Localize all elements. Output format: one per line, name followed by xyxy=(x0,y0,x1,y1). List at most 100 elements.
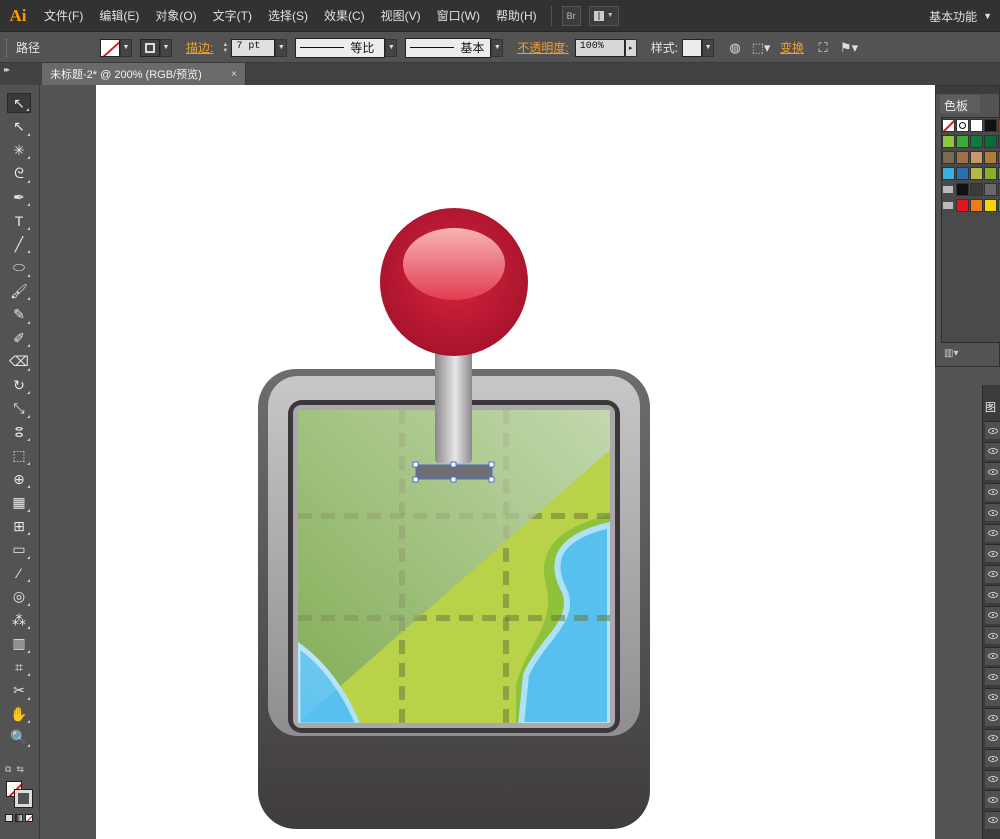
color-mode-icons[interactable] xyxy=(5,814,33,822)
layer-row[interactable] xyxy=(985,462,1000,480)
artboard-tool[interactable]: ⌗ xyxy=(7,657,31,677)
brush-definition[interactable]: 基本 xyxy=(405,37,492,58)
symbol-sprayer-tool[interactable]: ⁂ xyxy=(7,610,31,630)
stroke-dropdown[interactable]: ▼ xyxy=(160,38,173,57)
eyedropper-tool[interactable]: ⁄ xyxy=(7,563,31,583)
isolate-object-icon[interactable]: ⛶ xyxy=(812,38,834,58)
rotate-tool[interactable]: ↻ xyxy=(7,375,31,395)
lasso-tool[interactable]: ᘓ xyxy=(7,164,31,184)
profile-dropdown[interactable]: ▼ xyxy=(385,38,398,57)
color-swatch[interactable] xyxy=(970,151,983,164)
swap-fill-stroke-icon[interactable]: ⧉ ⇆ xyxy=(5,764,35,776)
layers-tab[interactable]: 图 xyxy=(985,399,996,415)
menu-item[interactable]: 帮助(H) xyxy=(488,7,545,24)
color-swatch[interactable] xyxy=(956,183,969,196)
color-swatch[interactable] xyxy=(942,151,955,164)
color-swatch[interactable] xyxy=(970,119,983,132)
arrange-documents-button[interactable]: ▼ xyxy=(588,5,619,26)
visibility-eye-icon[interactable] xyxy=(988,714,998,721)
direct-selection-tool[interactable]: ↖ xyxy=(7,117,31,137)
layer-row[interactable] xyxy=(985,749,1000,767)
align-options-icon[interactable]: ⬚▾ xyxy=(750,38,772,58)
magic-wand-tool[interactable]: ✳ xyxy=(7,140,31,160)
transform-panel-link[interactable]: 变换 xyxy=(780,39,804,56)
layer-row[interactable] xyxy=(985,626,1000,644)
visibility-eye-icon[interactable] xyxy=(988,776,998,782)
visibility-eye-icon[interactable] xyxy=(988,817,998,823)
brush-dropdown[interactable]: ▼ xyxy=(491,38,504,57)
stroke-weight-stepper[interactable]: ▲ ▼ xyxy=(219,39,231,57)
layer-row[interactable] xyxy=(985,810,1000,829)
color-swatch[interactable] xyxy=(942,135,955,148)
layer-row[interactable] xyxy=(985,441,1000,460)
menu-item[interactable]: 编辑(E) xyxy=(91,7,147,24)
color-swatch[interactable] xyxy=(970,167,983,180)
registration-swatch[interactable] xyxy=(956,119,969,132)
document-tab[interactable]: 未标题-2* @ 200% (RGB/预览) × xyxy=(42,63,246,85)
eraser-tool[interactable]: ⌫ xyxy=(7,352,31,372)
layer-row[interactable] xyxy=(985,585,1000,603)
layer-row[interactable] xyxy=(985,482,1000,501)
recolor-artwork-icon[interactable]: ◍ xyxy=(724,38,746,58)
layer-row[interactable] xyxy=(985,544,1000,562)
swatch-libraries-menu-icon[interactable]: ▥▾ xyxy=(944,348,958,359)
visibility-eye-icon[interactable] xyxy=(988,489,998,495)
perspective-grid-tool[interactable]: ▦ xyxy=(7,493,31,513)
pen-tool[interactable]: ✒ xyxy=(7,187,31,207)
ellipse-tool[interactable]: ⬭ xyxy=(7,258,31,278)
color-swatch[interactable] xyxy=(942,167,955,180)
layer-row[interactable] xyxy=(985,708,1000,726)
color-swatch[interactable] xyxy=(956,199,969,212)
stroke-weight-dropdown[interactable]: ▼ xyxy=(275,38,288,57)
stroke-swatch[interactable] xyxy=(140,38,161,57)
visibility-eye-icon[interactable] xyxy=(988,571,998,577)
visibility-eye-icon[interactable] xyxy=(988,427,998,434)
stroke-color-swatch[interactable] xyxy=(14,789,33,808)
menu-item[interactable]: 文字(T) xyxy=(205,7,260,24)
scale-tool[interactable]: ⤡ xyxy=(7,399,31,419)
color-group-folder-icon[interactable] xyxy=(942,199,955,212)
paintbrush-tool[interactable]: 🖌 xyxy=(7,281,31,301)
visibility-eye-icon[interactable] xyxy=(988,468,998,475)
slice-tool[interactable]: ✂ xyxy=(7,681,31,701)
visibility-eye-icon[interactable] xyxy=(988,632,998,639)
fill-dropdown[interactable]: ▼ xyxy=(120,38,133,57)
visibility-eye-icon[interactable] xyxy=(988,694,998,700)
zoom-tool[interactable]: 🔍 xyxy=(7,728,31,748)
color-swatch[interactable] xyxy=(956,167,969,180)
panel-grip[interactable] xyxy=(6,38,10,57)
free-transform-tool[interactable]: ⬚ xyxy=(7,446,31,466)
bridge-button[interactable]: Br xyxy=(561,5,581,26)
panel-menu-icon[interactable]: ⚑▾ xyxy=(838,38,860,58)
visibility-eye-icon[interactable] xyxy=(988,530,998,536)
color-swatch[interactable] xyxy=(984,135,997,148)
close-icon[interactable]: × xyxy=(231,69,237,80)
color-swatch[interactable] xyxy=(970,135,983,148)
layer-row[interactable] xyxy=(985,667,1000,685)
visibility-eye-icon[interactable] xyxy=(988,550,998,557)
visibility-eye-icon[interactable] xyxy=(988,612,998,618)
warp-tool[interactable]: ⵓ xyxy=(7,422,31,442)
menu-item[interactable]: 对象(O) xyxy=(147,7,204,24)
visibility-eye-icon[interactable] xyxy=(988,735,998,741)
menu-item[interactable]: 选择(S) xyxy=(260,7,316,24)
column-graph-tool[interactable]: ▥ xyxy=(7,634,31,654)
opacity-panel-link[interactable]: 不透明度: xyxy=(517,39,568,56)
layer-row[interactable] xyxy=(985,646,1000,665)
layer-row[interactable] xyxy=(985,523,1000,542)
layer-row[interactable] xyxy=(985,769,1000,788)
mesh-tool[interactable]: ⊞ xyxy=(7,516,31,536)
color-group-folder-icon[interactable] xyxy=(942,183,955,196)
layer-row[interactable] xyxy=(985,503,1000,521)
layer-row[interactable] xyxy=(985,605,1000,624)
color-swatch[interactable] xyxy=(956,135,969,148)
pencil-tool[interactable]: ✎ xyxy=(7,305,31,325)
stroke-weight-field[interactable]: 7 pt xyxy=(231,38,276,57)
layer-row[interactable] xyxy=(985,728,1000,747)
swatches-tab[interactable]: 色板 xyxy=(940,95,980,113)
color-swatch[interactable] xyxy=(956,151,969,164)
artboard[interactable] xyxy=(96,85,935,839)
visibility-eye-icon[interactable] xyxy=(988,796,998,803)
layer-row[interactable] xyxy=(985,421,1000,439)
visibility-eye-icon[interactable] xyxy=(988,591,998,598)
